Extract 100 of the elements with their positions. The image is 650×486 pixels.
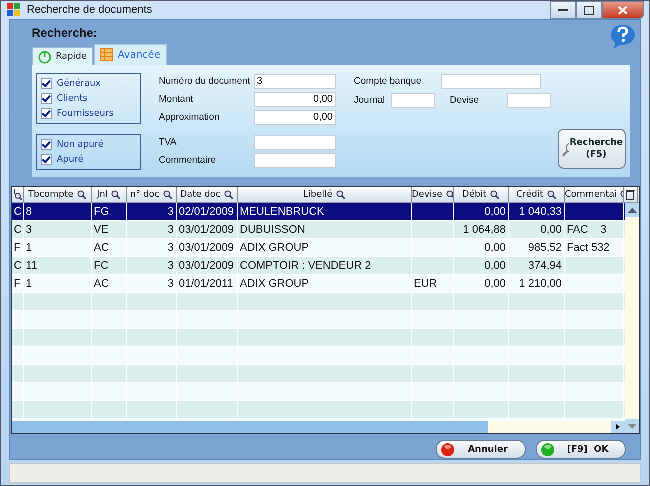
table-cell: 3 [24, 221, 92, 238]
dialog-button[interactable]: [F9] OK [536, 440, 626, 459]
table-cell: FAC 3 [565, 221, 624, 238]
column-header[interactable]: Jnl [92, 187, 127, 202]
status-light-icon [541, 442, 555, 456]
table-cell: FG [92, 203, 127, 220]
column-header[interactable]: Débit [454, 187, 509, 202]
table-row[interactable]: C 11 FC 3 03/01/2009 COMPTOIR : VENDEUR 2 0,00 374,94 [12, 257, 625, 275]
table-cell: VE [92, 221, 127, 238]
table-cell: Fact 532 [565, 239, 624, 256]
tab[interactable]: Avancée [94, 44, 166, 65]
table-cell: 03/01/2009 [177, 257, 238, 274]
sort-search-icon [12, 188, 22, 200]
field-label: Montant [159, 94, 194, 105]
table-cell: C [12, 257, 24, 274]
checkbox-label: Généraux [57, 78, 101, 88]
table-cell: ADIX GROUP [238, 239, 412, 256]
checkbox[interactable] [41, 139, 52, 150]
table-cell: 3 [127, 203, 177, 220]
table-row[interactable]: F 1 AC 3 01/01/2011 ADIX GROUP EUR 0,00 1 210,00 [12, 275, 625, 293]
table-cell: 985,52 [509, 239, 565, 256]
table-cell: MEULENBRUCK [238, 203, 412, 220]
input-field[interactable]: 3 [254, 74, 336, 89]
column-header[interactable]: n° doc [127, 187, 177, 202]
checkbox-label: Non apuré [57, 140, 104, 150]
table-cell: 01/01/2011 [177, 275, 238, 292]
help-icon[interactable] [610, 24, 636, 50]
input-field[interactable] [254, 153, 336, 168]
app-icon [7, 3, 21, 17]
trash-icon [626, 188, 635, 200]
table-cell: 0,00 [454, 257, 509, 274]
horizontal-scrollbar[interactable] [12, 421, 625, 433]
table-cell: F [12, 239, 24, 256]
input-field[interactable]: 0,00 [254, 110, 336, 125]
column-header[interactable] [12, 187, 24, 202]
tab[interactable]: Rapide [32, 47, 94, 65]
input-field[interactable] [254, 135, 336, 150]
column-header[interactable]: Date doc [177, 187, 238, 202]
search-icon [446, 190, 453, 200]
checkbox[interactable] [41, 154, 52, 165]
field-label: Approximation [159, 112, 221, 123]
window-title: Recherche de documents [27, 4, 152, 16]
search-icon [546, 190, 557, 200]
table-cell: 1 [24, 275, 92, 292]
input-field[interactable] [441, 74, 541, 89]
search-icon [76, 190, 87, 200]
table-cell: 1 064,88 [454, 221, 509, 238]
table-cell: ADIX GROUP [238, 275, 412, 292]
table-cell: 0,00 [454, 275, 509, 292]
status-light-icon [441, 442, 455, 456]
table-cell: 8 [24, 203, 92, 220]
column-header[interactable]: Devise [412, 187, 454, 202]
table-row[interactable]: C 3 VE 3 03/01/2009 DUBUISSON 1 064,88 0,00 FAC 3 [12, 221, 625, 239]
table-row[interactable]: F 1 AC 3 03/01/2009 ADIX GROUP 0,00 985,52 Fact 532 [12, 239, 625, 257]
power-icon [38, 50, 52, 64]
grid-icon [100, 48, 114, 62]
checkbox[interactable] [41, 108, 52, 119]
field-label: Numéro du document [159, 76, 251, 87]
table-cell: 0,00 [454, 239, 509, 256]
minimize-button[interactable] [550, 1, 576, 19]
search-icon [162, 190, 173, 200]
table-cell: 3 [127, 257, 177, 274]
search-button[interactable]: Recherche (F5) [558, 129, 626, 169]
column-header[interactable]: Crédit [509, 187, 565, 202]
maximize-icon [584, 6, 594, 14]
table-cell: COMPTOIR : VENDEUR 2 [238, 257, 412, 274]
maximize-button[interactable] [576, 1, 602, 19]
vertical-scrollbar[interactable] [625, 203, 639, 433]
input-field[interactable]: 0,00 [254, 92, 336, 107]
checkbox-label: Clients [57, 94, 88, 104]
close-button[interactable] [602, 1, 644, 19]
table-cell: AC [92, 275, 127, 292]
checkbox-label: Apuré [57, 154, 84, 164]
input-field[interactable] [507, 93, 551, 108]
table-cell: EUR [412, 275, 454, 292]
column-header[interactable]: Tbcompte [24, 187, 92, 202]
checkbox[interactable] [41, 93, 52, 104]
table-cell: 02/01/2009 [177, 203, 238, 220]
close-icon [618, 6, 628, 14]
table-cell: C [12, 221, 24, 238]
column-header[interactable] [624, 187, 638, 202]
table-cell: 1 040,33 [509, 203, 565, 220]
column-header[interactable]: Commentai [565, 187, 624, 202]
table-cell: 3 [127, 275, 177, 292]
search-icon [336, 190, 346, 200]
field-label: Compte banque [354, 76, 423, 87]
column-header[interactable]: Libellé [238, 187, 412, 202]
search-icon [620, 190, 623, 200]
dialog-button[interactable]: Annuler [436, 440, 526, 459]
checkbox[interactable] [41, 78, 52, 89]
input-field[interactable] [391, 93, 435, 108]
table-row[interactable]: C 8 FG 3 02/01/2009 MEULENBRUCK 0,00 1 040,33 [12, 203, 625, 221]
scroll-up-icon[interactable] [628, 208, 636, 212]
minimize-icon [558, 8, 568, 12]
field-label: Journal [354, 95, 386, 106]
search-heading: Recherche: [32, 26, 98, 40]
table-cell: 0,00 [454, 203, 509, 220]
scroll-right-icon[interactable] [611, 421, 625, 433]
table-cell: F [12, 275, 24, 292]
field-label: Devise [450, 95, 480, 106]
